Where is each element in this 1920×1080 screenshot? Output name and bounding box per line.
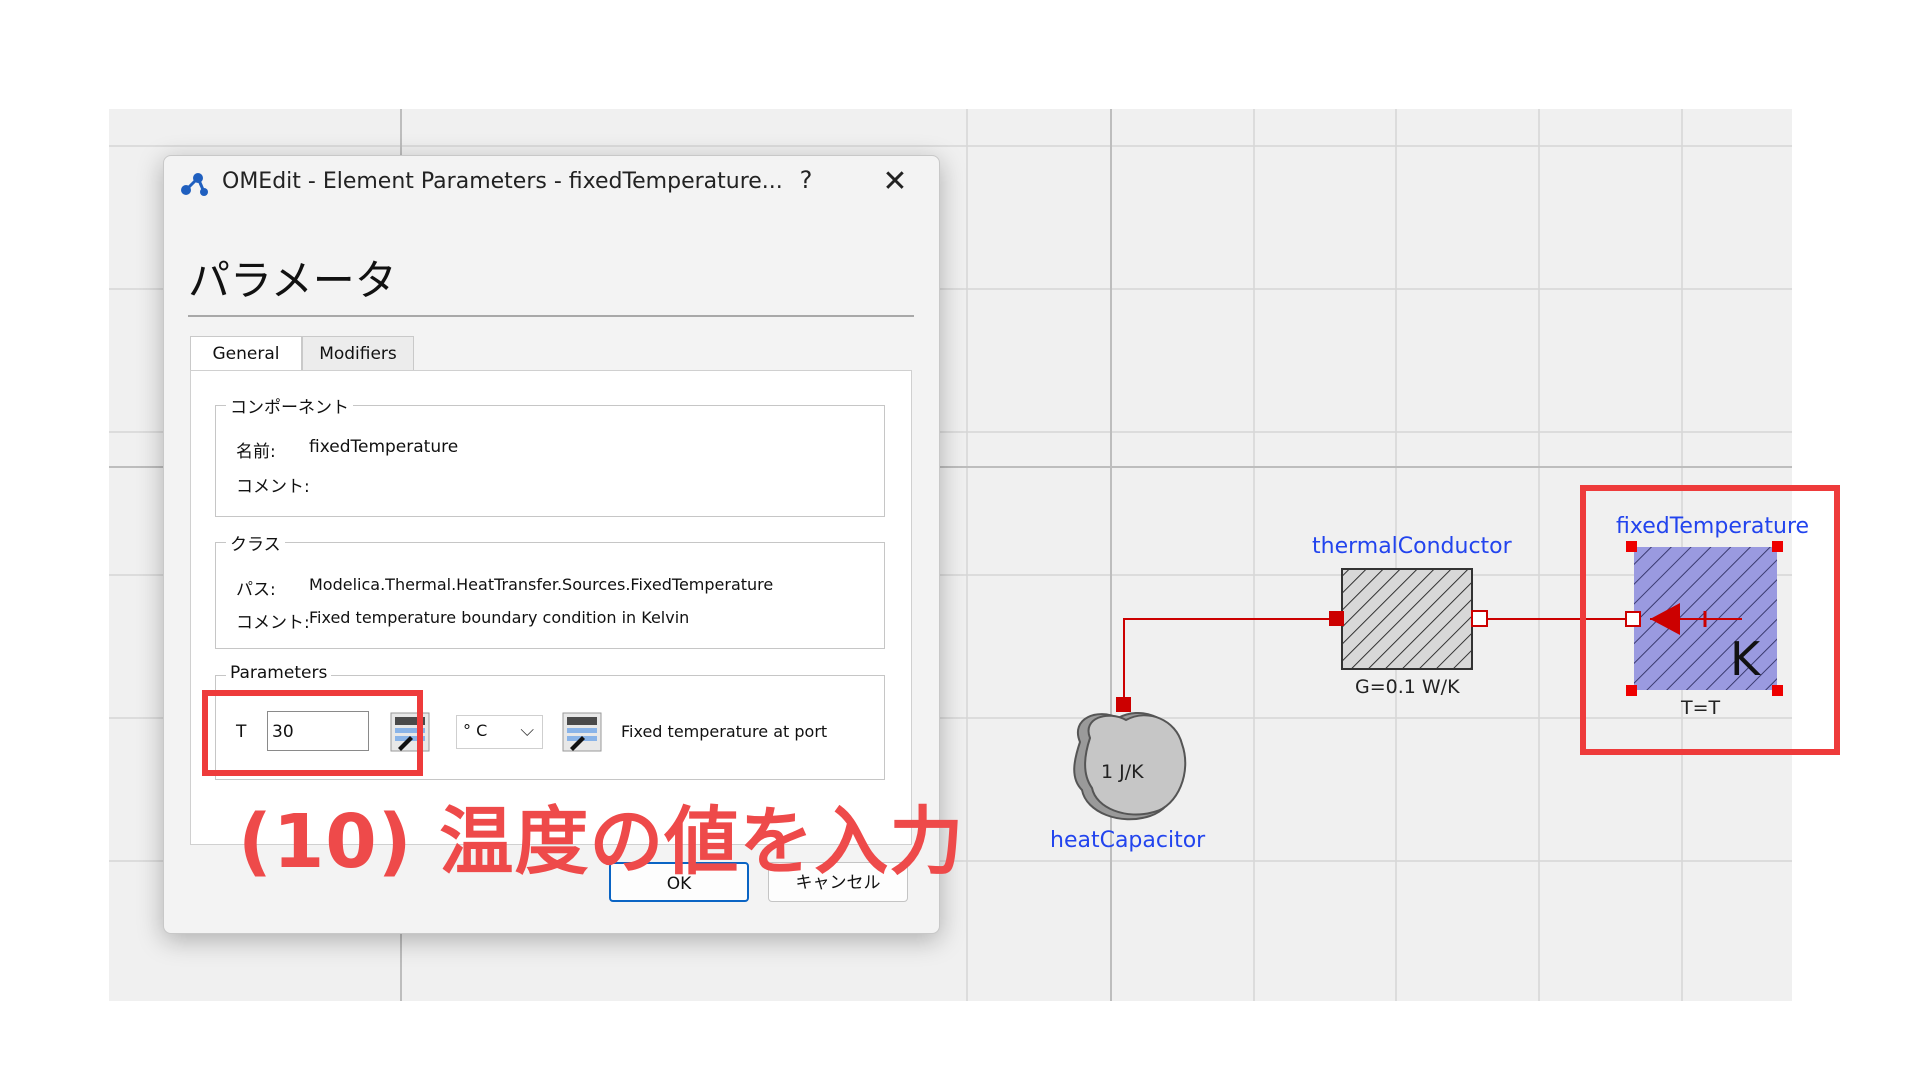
step-annotation: (10) 温度の値を入力: [238, 799, 965, 885]
component-name-label: 名前:: [236, 442, 276, 462]
tab-modifiers[interactable]: Modifiers: [302, 336, 414, 371]
chevron-down-icon: ⌵: [520, 720, 534, 741]
class-comment-value: Fixed temperature boundary condition in …: [309, 608, 690, 627]
tab-general[interactable]: General: [190, 336, 302, 371]
heat-capacitor-name[interactable]: heatCapacitor: [1050, 828, 1205, 853]
thermal-conductor-icon: [1329, 568, 1488, 670]
parameter-description: Fixed temperature at port: [621, 722, 828, 741]
omedit-app-icon: [181, 173, 208, 196]
temperature-input-highlight: [202, 690, 423, 776]
heat-capacitor-icon: [1073, 697, 1187, 821]
class-path-label: パス:: [236, 580, 276, 600]
fixed-temperature-highlight: [1580, 485, 1840, 755]
heat-capacitor-param: 1 J/K: [1101, 761, 1144, 783]
thermal-conductor-name[interactable]: thermalConductor: [1312, 534, 1512, 559]
class-group-title: クラス: [226, 530, 285, 555]
parameters-group-title: Parameters: [226, 663, 332, 683]
thermal-conductor-param: G=0.1 W/K: [1355, 676, 1460, 698]
class-comment-label: コメント:: [236, 613, 310, 633]
component-comment-label: コメント:: [236, 477, 310, 497]
unit-select-value: ° C: [463, 721, 488, 740]
unit-edit-icon[interactable]: [562, 712, 602, 752]
component-group: [215, 405, 885, 517]
component-group-title: コンポーネント: [226, 393, 353, 418]
heading-divider: [188, 315, 914, 317]
help-button[interactable]: ?: [792, 166, 820, 200]
close-button[interactable]: ✕: [877, 164, 913, 200]
dialog-heading: パラメータ: [188, 256, 397, 305]
class-group: [215, 542, 885, 649]
dialog-title: OMEdit - Element Parameters - fixedTempe…: [222, 169, 783, 194]
component-name-value: fixedTemperature: [309, 437, 459, 457]
unit-select[interactable]: ° C ⌵: [456, 715, 543, 749]
class-path-value: Modelica.Thermal.HeatTransfer.Sources.Fi…: [309, 575, 774, 594]
